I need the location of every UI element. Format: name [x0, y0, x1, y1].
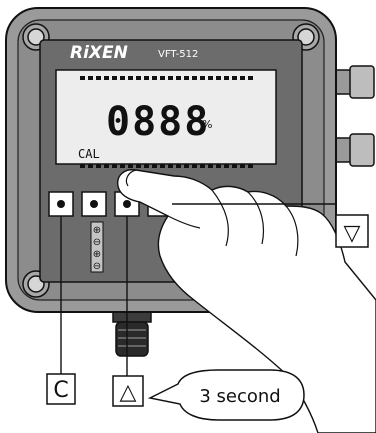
- lcd-digits: 0888: [106, 99, 210, 145]
- callout-text: 3 second: [199, 386, 280, 407]
- lcd-segment: [88, 76, 93, 80]
- svg-text:⊕: ⊕: [93, 225, 101, 236]
- lcd-segment: [120, 164, 125, 168]
- key-c-dot: [57, 200, 65, 208]
- lcd-segment: [160, 76, 165, 80]
- lcd-segment: [136, 164, 141, 168]
- model-label: VFT-512: [158, 49, 198, 60]
- lcd-unit: %: [202, 118, 212, 131]
- label-up-text: △: [120, 380, 137, 405]
- label-down-text: ▽: [344, 221, 361, 246]
- lcd-segment: [224, 76, 229, 80]
- lcd-segment: [200, 76, 205, 80]
- adjust-indicators-left: ⊕ ⊖ ⊕ ⊖: [90, 221, 104, 273]
- hold-duration-callout: 3 second: [147, 369, 305, 421]
- lcd-segment: [232, 76, 237, 80]
- lcd-segment: [168, 76, 173, 80]
- lcd-segment: [120, 76, 125, 80]
- svg-text:⊖: ⊖: [93, 237, 101, 248]
- lcd-segment: [152, 76, 157, 80]
- lcd-segment: [96, 164, 101, 168]
- svg-text:⊕: ⊕: [93, 249, 101, 260]
- lcd-segment: [232, 164, 237, 168]
- label-c: C: [46, 373, 76, 405]
- lcd-segment: [200, 164, 205, 168]
- lcd-segment: [136, 76, 141, 80]
- label-up: △: [112, 375, 144, 407]
- lcd-segment: [240, 76, 245, 80]
- lcd-segment: [88, 164, 93, 168]
- svg-text:⊖: ⊖: [93, 261, 101, 272]
- lcd-segment: [176, 76, 181, 80]
- lcd-segment: [176, 164, 181, 168]
- lcd-segment: [192, 164, 197, 168]
- lcd-segment: [96, 76, 101, 80]
- lcd-segment: [80, 76, 85, 80]
- lcd-segment: [192, 76, 197, 80]
- lcd-segment: [216, 164, 221, 168]
- lcd-segment: [128, 164, 133, 168]
- lcd-segment: [80, 164, 85, 168]
- lcd-segment: [224, 164, 229, 168]
- pressure-ports: [333, 65, 375, 167]
- lcd-segment: [104, 164, 109, 168]
- key-down-dot: [123, 200, 131, 208]
- lcd-segment: [184, 164, 189, 168]
- lcd-segment: [152, 164, 157, 168]
- lcd-segment: [128, 76, 133, 80]
- lcd-segment: [144, 164, 149, 168]
- lcd-mode: CAL: [78, 147, 100, 161]
- lcd-segment: [208, 164, 213, 168]
- key-up-dot: [90, 200, 98, 208]
- brand-logo: RiXEN: [70, 43, 128, 63]
- lcd-segment: [248, 164, 253, 168]
- lcd-segment: [216, 76, 221, 80]
- lcd-display: 0888 % CAL: [55, 69, 277, 168]
- label-down: ▽: [335, 214, 369, 248]
- lcd-segment: [112, 76, 117, 80]
- lcd-segment: [208, 76, 213, 80]
- controller-diagram: RiXEN VFT-512 0888 % CAL ⊕ ⊖ ⊕ ⊖ ⊕ ⊖: [5, 7, 376, 433]
- lcd-segment: [168, 164, 173, 168]
- lcd-segment: [160, 164, 165, 168]
- lcd-segment: [112, 164, 117, 168]
- lcd-segment: [104, 76, 109, 80]
- lcd-segment: [184, 76, 189, 80]
- lcd-segment: [240, 164, 245, 168]
- label-c-text: C: [53, 378, 68, 403]
- lcd-segment: [144, 76, 149, 80]
- lcd-segment: [248, 76, 253, 80]
